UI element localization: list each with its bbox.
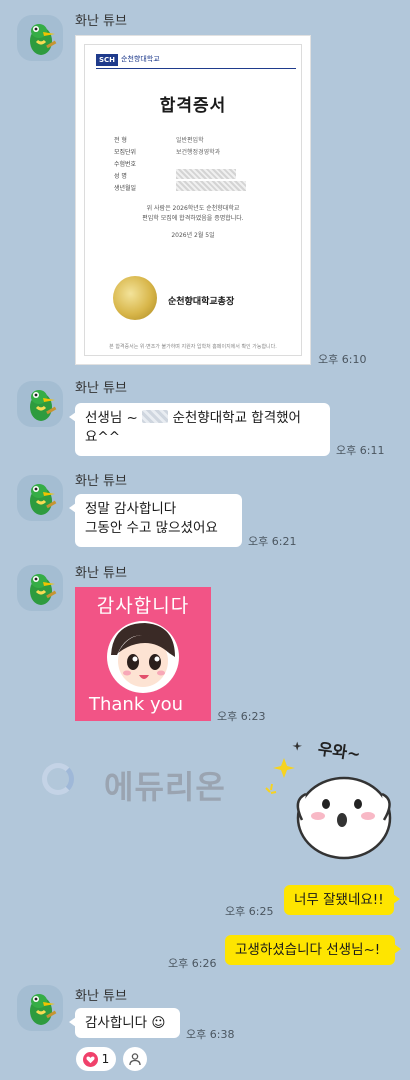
heart-reaction-button[interactable]: 1 [76,1047,116,1071]
person-icon [129,1053,141,1066]
avatar[interactable] [17,475,63,521]
emoticon-sticker[interactable]: 우와~ [256,739,406,870]
message-text: 정말 감사합니다 [85,501,177,517]
tube-avatar-icon [30,24,57,55]
message-time: 오후 6:26 [168,957,217,970]
certificate-field-label: 전 형 [114,137,127,144]
watermark-logo-icon [42,763,74,795]
certificate-image[interactable]: SCH 순천향대학교 합격증서 전 형 일반편입학 모집단위 보건행정경영학과 … [75,35,311,365]
tube-avatar-icon [30,574,57,605]
sender-name: 화난 튜브 [75,381,127,396]
message-time: 오후 6:10 [318,353,367,366]
message-bubble[interactable]: 고생하셨습니다 선생님~! [225,935,401,965]
message-bubble[interactable]: 선생님 ~ 순천향대학교 합격했어 요^^ [69,403,330,456]
redacted-name [176,169,236,179]
girl-face-icon [107,621,179,693]
message-bubble[interactable]: 감사합니다 ☺ [69,1008,180,1038]
gold-seal-icon [113,276,157,320]
avatar[interactable] [17,985,63,1031]
message-time: 오후 6:21 [248,535,297,548]
certificate-body-line2: 편입학 모집에 합격하였음을 증명합니다. [142,215,244,222]
heart-icon [82,1051,98,1067]
sender-name: 화난 튜브 [75,989,127,1004]
message-text: 너무 잘됐네요!! [294,892,384,908]
certificate-field-label: 수험번호 [114,161,137,168]
tube-avatar-icon [30,994,57,1025]
message-bubble[interactable]: 너무 잘됐네요!! [284,885,400,915]
certificate-field-value: 일반편입학 [176,137,204,144]
message-time: 오후 6:11 [336,444,385,457]
sender-name: 화난 튜브 [75,474,127,489]
certificate-president: 순천향대학교총장 [168,297,235,307]
certificate-logo-mark: SCH [96,54,118,66]
avatar[interactable] [17,381,63,427]
certificate-title: 합격증서 [159,96,227,116]
sticker-korean-text: 감사합니다 [96,595,190,617]
certificate-field-value: 보건행정경영학과 [176,149,221,156]
sticker-english-text: Thank you [89,694,184,715]
certificate-logo-text: 순천향대학교 [121,55,160,63]
certificate-field-label: 생년월일 [114,185,137,192]
certificate-divider [96,68,296,69]
certificate-field-label: 성 명 [114,173,127,180]
message-time: 오후 6:38 [186,1028,235,1041]
message-text: 감사합니다 ☺ [85,1015,166,1031]
certificate-field-label: 모집단위 [114,149,137,156]
redacted-name [142,410,169,423]
message-text: 순천향대학교 합격했어 [172,410,301,426]
redacted-birthdate [176,181,246,191]
certificate-footer: 본 합격증서는 위·변조가 불가하며 지원자 입학처 홈페이지에서 확인 가능합… [109,344,277,350]
thank-you-sticker[interactable]: 감사합니다 Thank you [75,587,211,721]
sender-name: 화난 튜브 [75,14,127,29]
avatar[interactable] [17,15,63,61]
avatar[interactable] [17,565,63,611]
message-text: 그동안 수고 많으셨어요 [85,520,218,536]
tube-avatar-icon [30,484,57,515]
message-text: 선생님 ~ [85,410,138,426]
reaction-count: 1 [101,1052,110,1066]
message-text: 고생하셨습니다 선생님~! [235,942,381,958]
certificate-body-line1: 위 사람은 2026학년도 순천향대학교 [146,205,240,212]
message-text: 요^^ [85,429,121,445]
tube-avatar-icon [30,390,57,421]
add-reaction-button[interactable] [123,1047,147,1071]
message-time: 오후 6:25 [225,905,274,918]
certificate-date: 2026년 2월 5일 [171,232,215,239]
watermark-text: 에듀리온 [104,768,226,806]
message-bubble[interactable]: 정말 감사합니다 그동안 수고 많으셨어요 [69,494,242,547]
sender-name: 화난 튜브 [75,566,127,581]
message-time: 오후 6:23 [217,710,266,723]
